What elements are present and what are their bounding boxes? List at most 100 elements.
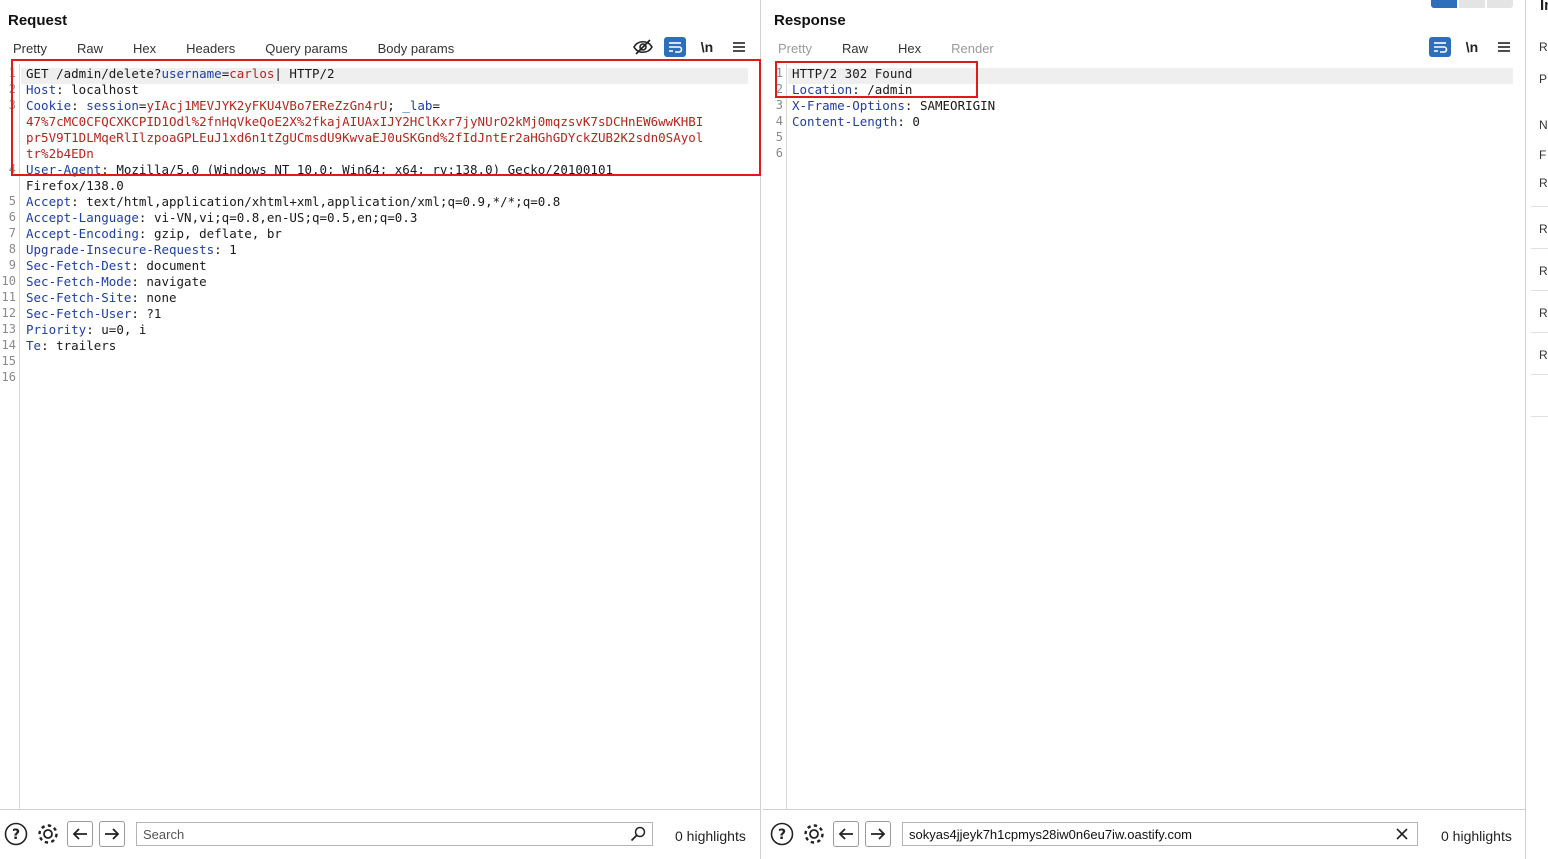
header-value: : navigate [131, 274, 207, 289]
inspector-divider [1531, 206, 1548, 207]
request-tab-pretty[interactable]: Pretty [13, 41, 47, 61]
layout-top-bottom-button[interactable] [1459, 0, 1485, 8]
response-tabs: Pretty Raw Hex Render [765, 41, 1011, 61]
inspector-item[interactable]: R [1539, 306, 1548, 320]
code-line: Accept-Language: vi-VN,vi;q=0.8,en-US;q=… [26, 210, 417, 226]
layout-tabs-button[interactable] [1487, 0, 1513, 8]
previous-match-button[interactable] [833, 821, 859, 847]
code-line: Sec-Fetch-Site: none [26, 290, 177, 306]
header-value: : text/html,application/xhtml+xml,applic… [71, 194, 561, 209]
request-editor[interactable]: 1 2 3 4 5 6 7 8 9 10 11 12 13 14 15 16 GET /admin/delet… [0, 59, 761, 809]
inspector-item[interactable]: N [1539, 118, 1548, 132]
response-search-input[interactable] [903, 823, 1417, 845]
line-number: 3 [775, 98, 783, 112]
line-number: 8 [8, 242, 16, 256]
response-highlight-count: 0 highlights [1441, 828, 1512, 844]
line-number: 5 [775, 130, 783, 144]
header-name: Accept [26, 194, 72, 209]
code-line: Te: trailers [26, 338, 116, 354]
line-number: 5 [8, 194, 16, 208]
request-tabs: Pretty Raw Hex Headers Query params Body para… [0, 41, 471, 61]
inspector-item[interactable]: R [1539, 348, 1548, 362]
inspector-item[interactable]: R [1539, 264, 1548, 278]
request-tab-body-params[interactable]: Body params [378, 41, 455, 61]
response-panel: Response Pretty Raw Hex Render \n 123456 HT… [763, 0, 1526, 859]
next-match-button[interactable] [99, 821, 125, 847]
next-match-button[interactable] [865, 821, 891, 847]
inspector-divider [1531, 416, 1548, 417]
line-number: 10 [1, 274, 16, 288]
inspector-item[interactable]: R [1539, 222, 1548, 236]
newline-toggle-button[interactable]: \n [696, 37, 718, 57]
header-name: Sec-Fetch-Dest [26, 258, 132, 273]
line-number: 9 [8, 258, 16, 272]
newline-toggle-button[interactable]: \n [1461, 37, 1483, 57]
header-value: : trailers [41, 338, 117, 353]
header-name: Content-Length [792, 114, 898, 129]
response-toolbar: \n [1429, 37, 1525, 57]
code-line: Content-Length: 0 [792, 114, 920, 130]
inspector-item[interactable]: R [1539, 40, 1548, 54]
layout-side-by-side-button[interactable] [1431, 0, 1457, 8]
response-title: Response [774, 12, 846, 29]
request-toolbar: \n [632, 37, 760, 57]
line-number: 16 [1, 370, 16, 384]
response-tab-raw[interactable]: Raw [842, 41, 868, 61]
layout-toggle-group [1431, 0, 1513, 8]
wrap-lines-icon[interactable] [1429, 37, 1451, 57]
help-icon[interactable]: ? [4, 822, 28, 846]
code-line: Accept-Encoding: gzip, deflate, br [26, 226, 282, 242]
settings-gear-icon[interactable] [802, 822, 826, 846]
request-search-input[interactable] [137, 823, 652, 845]
header-value: : none [131, 290, 177, 305]
inspector-divider [1531, 374, 1548, 375]
line-number: 15 [1, 354, 16, 368]
inspector-divider [1531, 332, 1548, 333]
line-number: 12 [1, 306, 16, 320]
code-line: Sec-Fetch-Dest: document [26, 258, 207, 274]
svg-text:?: ? [778, 827, 786, 843]
clear-search-icon[interactable] [1395, 827, 1409, 846]
header-name: Accept-Language [26, 210, 139, 225]
menu-icon[interactable] [1493, 37, 1515, 57]
header-value: : 1 [214, 242, 237, 257]
request-annotation-box [11, 59, 761, 176]
inspector-item[interactable]: F [1539, 148, 1546, 162]
search-icon [630, 826, 646, 847]
request-tab-raw[interactable]: Raw [77, 41, 103, 61]
request-search-field[interactable] [136, 822, 653, 846]
previous-match-button[interactable] [67, 821, 93, 847]
response-editor[interactable]: 123456 HTTP/2 302 Found Location: /admin X… [763, 61, 1525, 809]
request-tab-headers[interactable]: Headers [186, 41, 235, 61]
request-panel: Request Pretty Raw Hex Headers Query params B… [0, 0, 761, 859]
response-tab-hex[interactable]: Hex [898, 41, 921, 61]
request-highlight-count: 0 highlights [675, 828, 746, 844]
help-icon[interactable]: ? [770, 822, 794, 846]
inspector-divider [1531, 290, 1548, 291]
line-number: 6 [775, 146, 783, 160]
settings-gear-icon[interactable] [36, 822, 60, 846]
header-value: : gzip, deflate, br [138, 226, 282, 241]
response-tab-pretty[interactable]: Pretty [778, 41, 812, 61]
header-value: : document [131, 258, 207, 273]
line-number: 14 [1, 338, 16, 352]
inspector-title: In [1540, 0, 1548, 14]
code-line: X-Frame-Options: SAMEORIGIN [792, 98, 995, 114]
response-search-field[interactable] [902, 822, 1418, 846]
request-tab-hex[interactable]: Hex [133, 41, 156, 61]
menu-icon[interactable] [728, 37, 750, 57]
header-value: : ?1 [131, 306, 162, 321]
code-line: Upgrade-Insecure-Requests: 1 [26, 242, 237, 258]
wrap-lines-icon[interactable] [664, 37, 686, 57]
header-name: Te [26, 338, 42, 353]
request-tab-query-params[interactable]: Query params [265, 41, 347, 61]
line-number: 7 [8, 226, 16, 240]
inspector-item[interactable]: R [1539, 176, 1548, 190]
response-tab-render[interactable]: Render [951, 41, 994, 61]
line-number: 4 [775, 114, 783, 128]
inspector-item[interactable]: P [1539, 72, 1547, 86]
response-annotation-box [775, 61, 978, 98]
line-number-gutter: 123456 [767, 64, 787, 809]
code-line: Firefox/138.0 [26, 178, 124, 194]
hide-eye-icon[interactable] [632, 37, 654, 57]
